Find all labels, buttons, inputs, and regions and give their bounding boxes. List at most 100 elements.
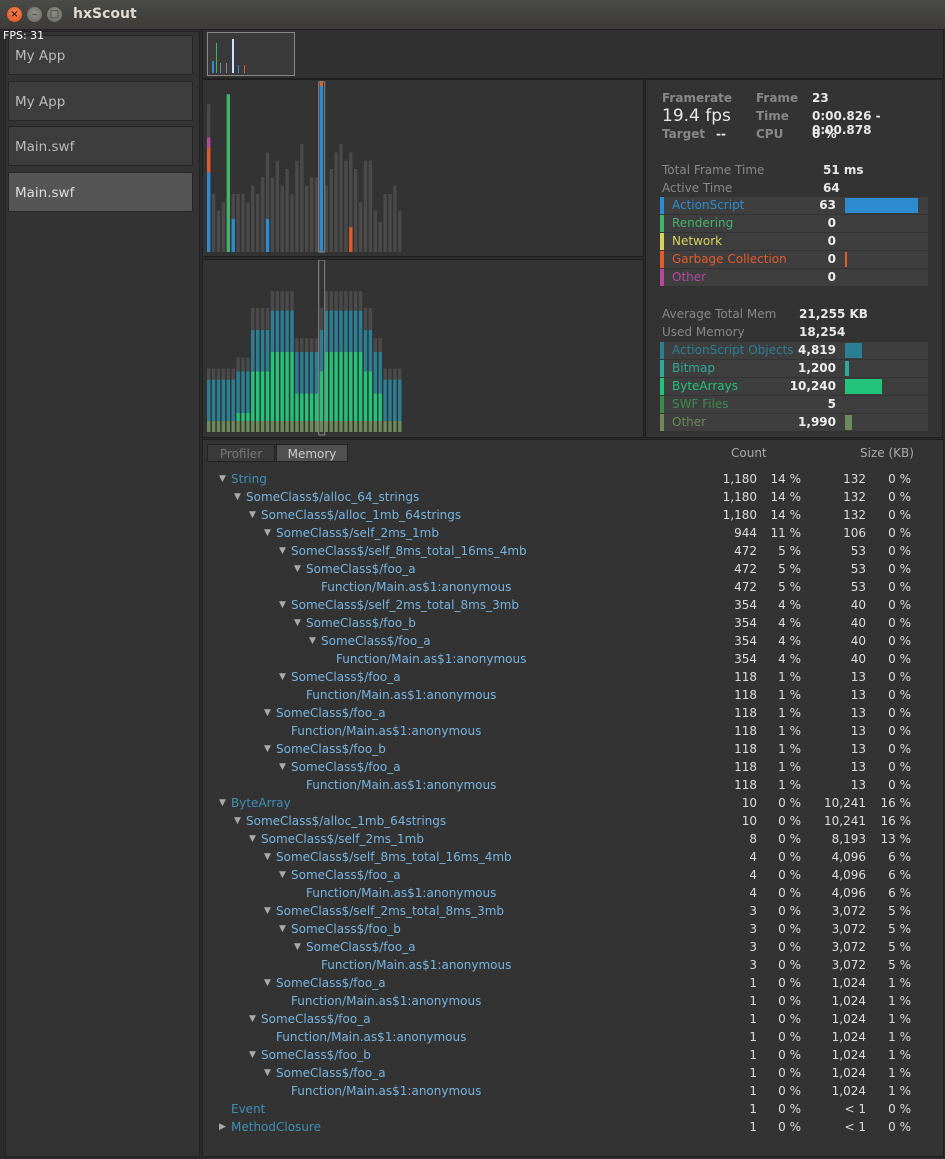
cell-count-pct: 1 %	[778, 778, 801, 792]
count-column-header[interactable]: Count	[731, 446, 767, 460]
expanded-arrow-icon[interactable]: ▼	[279, 668, 286, 686]
table-row[interactable]: ▼ SomeClass$/foo_b 3 0 % 3,072 5 %	[203, 920, 943, 938]
expanded-arrow-icon[interactable]: ▼	[264, 902, 271, 920]
mem-bar-other	[373, 420, 377, 432]
tab-memory[interactable]: Memory	[276, 444, 348, 462]
table-row[interactable]: ▼ SomeClass$/foo_a 1 0 % 1,024 1 %	[203, 974, 943, 992]
table-row[interactable]: ▼ SomeClass$/foo_a 1 0 % 1,024 1 %	[203, 1064, 943, 1082]
expanded-arrow-icon[interactable]: ▼	[294, 560, 301, 578]
tab-profiler[interactable]: Profiler	[207, 444, 275, 462]
table-row[interactable]: Function/Main.as$1:anonymous 1 0 % 1,024 1 %	[203, 1028, 943, 1046]
expanded-arrow-icon[interactable]: ▼	[264, 524, 271, 542]
table-row[interactable]: ▼ SomeClass$/foo_b 118 1 % 13 0 %	[203, 740, 943, 758]
table-row[interactable]: Function/Main.as$1:anonymous 1 0 % 1,024 1 %	[203, 992, 943, 1010]
table-row[interactable]: Function/Main.as$1:anonymous 3 0 % 3,072 5 %	[203, 956, 943, 974]
expanded-arrow-icon[interactable]: ▼	[294, 614, 301, 632]
tree-node-name: ByteArray	[231, 796, 291, 810]
expanded-arrow-icon[interactable]: ▼	[264, 1064, 271, 1082]
frame-time-chart[interactable]	[202, 79, 644, 257]
cell-size: 106	[843, 526, 866, 540]
expanded-arrow-icon[interactable]: ▼	[249, 830, 256, 848]
table-row[interactable]: ▼ SomeClass$/foo_a 472 5 % 53 0 %	[203, 560, 943, 578]
expanded-arrow-icon[interactable]: ▼	[234, 812, 241, 830]
sidebar-item-swf-2[interactable]: Main.swf	[8, 172, 193, 212]
table-row[interactable]: ▶ MethodClosure 1 0 % < 1 0 %	[203, 1118, 943, 1136]
table-row[interactable]: ▼ SomeClass$/foo_b 1 0 % 1,024 1 %	[203, 1046, 943, 1064]
timeline-thumbnail[interactable]	[207, 32, 295, 76]
expanded-arrow-icon[interactable]: ▼	[279, 758, 286, 776]
cell-count: 1	[749, 1120, 757, 1134]
expanded-arrow-icon[interactable]: ▼	[279, 596, 286, 614]
mem-bar-bytearrays	[373, 393, 377, 421]
tree-node-name: Function/Main.as$1:anonymous	[321, 958, 512, 972]
sidebar-item-swf-1[interactable]: Main.swf	[8, 126, 193, 166]
table-row[interactable]: ▼ SomeClass$/alloc_64_strings 1,180 14 % 132…	[203, 488, 943, 506]
expanded-arrow-icon[interactable]: ▼	[264, 974, 271, 992]
expanded-arrow-icon[interactable]: ▼	[264, 740, 271, 758]
target-label: Target	[662, 127, 706, 141]
expanded-arrow-icon[interactable]: ▼	[249, 1046, 256, 1064]
table-row[interactable]: Function/Main.as$1:anonymous 472 5 % 53 0 %	[203, 578, 943, 596]
expanded-arrow-icon[interactable]: ▼	[279, 866, 286, 884]
tree-node-name: SomeClass$/self_8ms_total_16ms_4mb	[276, 850, 512, 864]
stat-swatch	[660, 197, 664, 214]
close-icon[interactable]: ×	[7, 7, 22, 22]
timeline-overview[interactable]	[202, 29, 944, 79]
cell-size-pct: 0 %	[888, 634, 911, 648]
expanded-arrow-icon[interactable]: ▼	[219, 470, 226, 488]
expanded-arrow-icon[interactable]: ▼	[219, 794, 226, 812]
collapsed-arrow-icon[interactable]: ▶	[219, 1118, 226, 1136]
mem-bar-free	[231, 368, 235, 380]
table-row[interactable]: Function/Main.as$1:anonymous 118 1 % 13 0 %	[203, 722, 943, 740]
table-row[interactable]: ▼ SomeClass$/self_2ms_1mb 944 11 % 106 0 %	[203, 524, 943, 542]
table-row[interactable]: ▼ SomeClass$/alloc_1mb_64strings 10 0 % 10,2…	[203, 812, 943, 830]
mem-bar-other	[285, 420, 289, 432]
table-row[interactable]: ▼ SomeClass$/foo_a 4 0 % 4,096 6 %	[203, 866, 943, 884]
cell-size: 132	[843, 490, 866, 504]
table-row[interactable]: ▼ SomeClass$/self_8ms_total_16ms_4mb 4 0 % 4…	[203, 848, 943, 866]
avg-total-mem-value: 21,255 KB	[799, 307, 868, 321]
cell-count: 3	[749, 922, 757, 936]
table-row[interactable]: Function/Main.as$1:anonymous 354 4 % 40 0 %	[203, 650, 943, 668]
expanded-arrow-icon[interactable]: ▼	[264, 848, 271, 866]
cell-count: 354	[734, 616, 757, 630]
expanded-arrow-icon[interactable]: ▼	[309, 632, 316, 650]
expanded-arrow-icon[interactable]: ▼	[294, 938, 301, 956]
size-column-header[interactable]: Size (KB)	[860, 446, 914, 460]
expanded-arrow-icon[interactable]: ▼	[249, 506, 256, 524]
table-row[interactable]: ▼ SomeClass$/foo_a 118 1 % 13 0 %	[203, 704, 943, 722]
frame-bar-idle	[363, 160, 368, 252]
expanded-arrow-icon[interactable]: ▼	[264, 704, 271, 722]
table-row[interactable]: ▼ SomeClass$/self_2ms_1mb 8 0 % 8,193 13 %	[203, 830, 943, 848]
table-row[interactable]: Event 1 0 % < 1 0 %	[203, 1100, 943, 1118]
table-row[interactable]: Function/Main.as$1:anonymous 118 1 % 13 0 %	[203, 686, 943, 704]
table-row[interactable]: ▼ SomeClass$/foo_a 118 1 % 13 0 %	[203, 758, 943, 776]
expanded-arrow-icon[interactable]: ▼	[249, 1010, 256, 1028]
table-row[interactable]: ▼ SomeClass$/self_2ms_total_8ms_3mb 354 4 %…	[203, 596, 943, 614]
table-row[interactable]: ▼ SomeClass$/self_8ms_total_16ms_4mb 472 5 …	[203, 542, 943, 560]
stat-swatch	[660, 414, 664, 431]
table-row[interactable]: ▼ SomeClass$/foo_a 354 4 % 40 0 %	[203, 632, 943, 650]
expanded-arrow-icon[interactable]: ▼	[279, 920, 286, 938]
table-row[interactable]: Function/Main.as$1:anonymous 118 1 % 13 0 %	[203, 776, 943, 794]
table-row[interactable]: ▼ String 1,180 14 % 132 0 %	[203, 470, 943, 488]
table-row[interactable]: ▼ SomeClass$/alloc_1mb_64strings 1,180 14 %…	[203, 506, 943, 524]
maximize-icon[interactable]: □	[47, 7, 62, 22]
sidebar-item-app-2[interactable]: My App	[8, 81, 193, 121]
mem-bar-other	[246, 420, 250, 432]
table-row[interactable]: Function/Main.as$1:anonymous 1 0 % 1,024 1 %	[203, 1082, 943, 1100]
cell-count: 1,180	[722, 490, 757, 504]
stat-row-other: Other 1,990	[660, 414, 928, 431]
minimize-icon[interactable]: –	[27, 7, 42, 22]
table-row[interactable]: Function/Main.as$1:anonymous 4 0 % 4,096 6 %	[203, 884, 943, 902]
memory-chart[interactable]	[202, 259, 644, 438]
table-row[interactable]: ▼ SomeClass$/foo_a 118 1 % 13 0 %	[203, 668, 943, 686]
table-row[interactable]: ▼ SomeClass$/foo_a 3 0 % 3,072 5 %	[203, 938, 943, 956]
table-row[interactable]: ▼ ByteArray 10 0 % 10,241 16 %	[203, 794, 943, 812]
table-row[interactable]: ▼ SomeClass$/foo_b 354 4 % 40 0 %	[203, 614, 943, 632]
expanded-arrow-icon[interactable]: ▼	[279, 542, 286, 560]
table-row[interactable]: ▼ SomeClass$/foo_a 1 0 % 1,024 1 %	[203, 1010, 943, 1028]
cell-size: 13	[850, 760, 866, 774]
expanded-arrow-icon[interactable]: ▼	[234, 488, 241, 506]
table-row[interactable]: ▼ SomeClass$/self_2ms_total_8ms_3mb 3 0 % 3,…	[203, 902, 943, 920]
